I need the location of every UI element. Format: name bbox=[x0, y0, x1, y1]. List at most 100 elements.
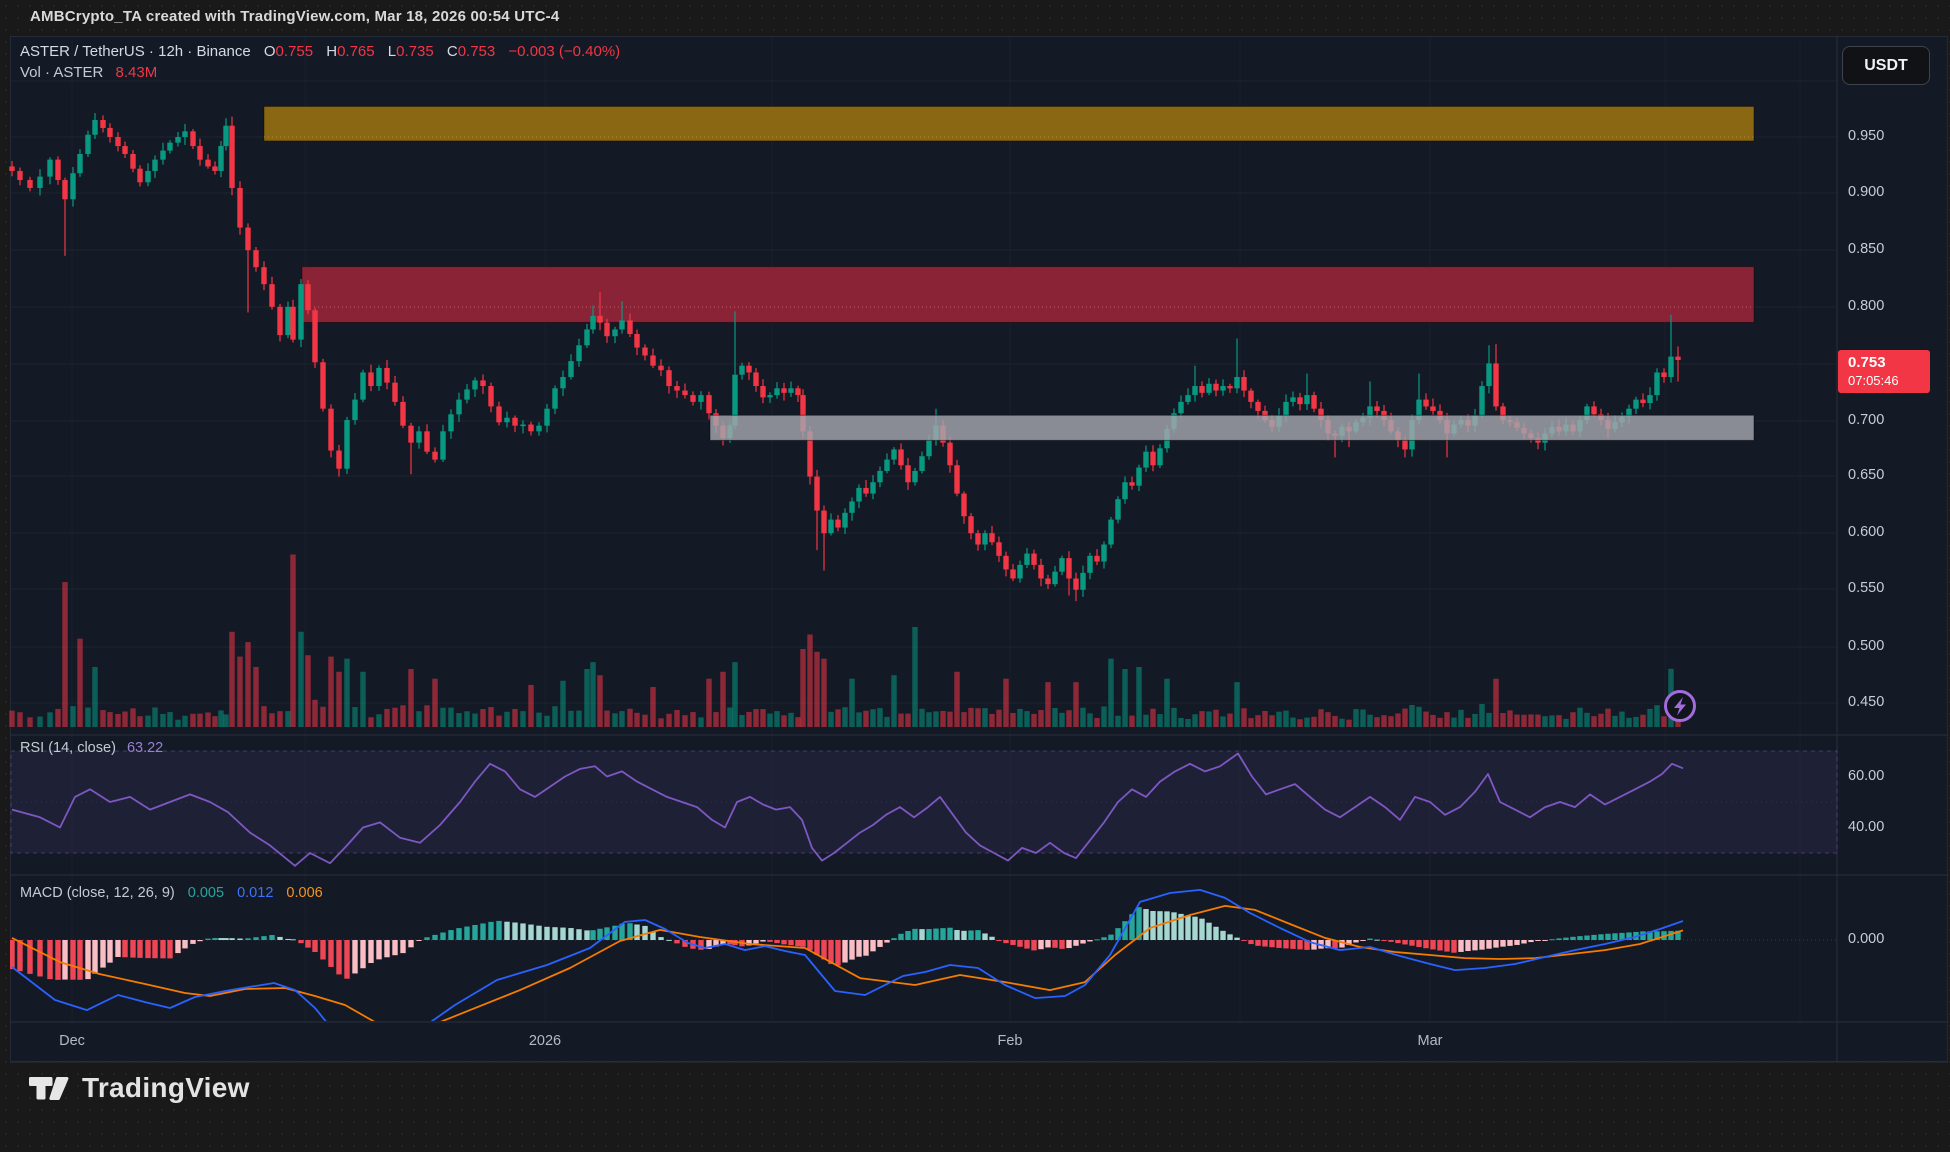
candle-body-down bbox=[1038, 565, 1043, 579]
macd-histogram-bar bbox=[298, 940, 303, 943]
volume-bar bbox=[360, 672, 365, 727]
candle-body-down bbox=[1199, 386, 1204, 393]
volume-bar bbox=[774, 711, 779, 727]
candle-body-down bbox=[781, 388, 786, 393]
macd-legend[interactable]: MACD (close, 12, 26, 9) 0.005 0.012 0.00… bbox=[20, 885, 323, 901]
volume-bar bbox=[720, 672, 725, 727]
macd-histogram-bar bbox=[1605, 934, 1610, 940]
volume-bar bbox=[190, 714, 195, 727]
candle-body-up bbox=[1080, 573, 1085, 590]
candle-body-down bbox=[480, 380, 485, 386]
chart-canvas[interactable] bbox=[0, 0, 1950, 1152]
candle-body-down bbox=[245, 228, 250, 251]
volume-bar bbox=[800, 649, 805, 727]
volume-bar bbox=[926, 712, 931, 727]
macd-histogram-bar bbox=[961, 931, 966, 940]
volume-bar bbox=[1654, 705, 1659, 727]
candle-body-up bbox=[612, 329, 617, 336]
macd-histogram-bar bbox=[835, 940, 840, 965]
volume-bar bbox=[1311, 717, 1316, 727]
candle-body-down bbox=[1227, 386, 1232, 388]
candle-body-down bbox=[1297, 397, 1302, 404]
macd-histogram-bar bbox=[891, 938, 896, 940]
macd-histogram-bar bbox=[237, 939, 242, 940]
macd-histogram-bar bbox=[1598, 934, 1603, 940]
tradingview-logo[interactable]: TradingView bbox=[28, 1070, 250, 1106]
volume-bar bbox=[1619, 712, 1624, 727]
volume-bar bbox=[1066, 710, 1071, 727]
candle-body-up bbox=[285, 307, 290, 335]
candle-body-down bbox=[947, 443, 952, 466]
candle-body-up bbox=[504, 418, 509, 423]
macd-histogram-bar bbox=[849, 940, 854, 960]
symbol-legend[interactable]: ASTER / TetherUS · 12h · Binance O0.755 … bbox=[20, 43, 620, 60]
candle-body-up bbox=[456, 400, 461, 415]
candle-body-up bbox=[544, 409, 549, 426]
macd-histogram-bar bbox=[968, 930, 973, 940]
macd-histogram-bar bbox=[360, 940, 365, 968]
volume-bar bbox=[130, 708, 135, 727]
macd-histogram-bar bbox=[290, 939, 295, 940]
candle-body-up bbox=[77, 154, 82, 173]
candle-body-down bbox=[968, 516, 973, 533]
candle-body-up bbox=[1486, 363, 1491, 386]
candle-body-up bbox=[568, 361, 573, 377]
volume-bar bbox=[1409, 705, 1414, 727]
volume-bar bbox=[1283, 711, 1288, 727]
macd-histogram-bar bbox=[1486, 940, 1491, 949]
volume-legend[interactable]: Vol · ASTER 8.43M bbox=[20, 64, 157, 81]
macd-histogram-bar bbox=[842, 940, 847, 962]
macd-axis-label: 0.000 bbox=[1848, 931, 1884, 947]
macd-histogram-bar bbox=[85, 940, 90, 979]
volume-bar bbox=[1143, 715, 1148, 727]
volume-bar bbox=[727, 708, 732, 727]
volume-bar bbox=[1059, 713, 1064, 727]
macd-histogram-bar bbox=[218, 938, 223, 940]
candle-body-down bbox=[197, 146, 202, 160]
candle-body-down bbox=[682, 391, 687, 396]
candle-body-down bbox=[122, 146, 127, 154]
volume-bar bbox=[760, 709, 765, 727]
volume-bar bbox=[368, 717, 373, 727]
volume-bar bbox=[1276, 712, 1281, 727]
macd-histogram-bar bbox=[285, 939, 290, 940]
candle-body-up bbox=[175, 137, 180, 143]
candle-body-up bbox=[1283, 402, 1288, 416]
volume-bar bbox=[1388, 716, 1393, 727]
macd-histogram-bar bbox=[1612, 933, 1617, 940]
currency-toggle-button[interactable]: USDT bbox=[1842, 46, 1930, 85]
volume-bar bbox=[1353, 709, 1358, 727]
time-axis-label: Dec bbox=[59, 1033, 85, 1049]
macd-histogram-bar bbox=[767, 940, 772, 942]
volume-bar bbox=[17, 712, 22, 727]
candle-body-down bbox=[261, 267, 266, 284]
macd-histogram-bar bbox=[1234, 938, 1239, 940]
volume-bar bbox=[456, 713, 461, 727]
macd-histogram-bar bbox=[77, 940, 82, 980]
candle-body-down bbox=[1073, 578, 1078, 589]
macd-histogram-bar bbox=[1381, 940, 1386, 941]
candle-body-up bbox=[182, 131, 187, 137]
macd-histogram-bar bbox=[17, 940, 22, 971]
macd-histogram-bar bbox=[1479, 940, 1484, 950]
rsi-legend[interactable]: RSI (14, close) 63.22 bbox=[20, 740, 163, 756]
macd-histogram-bar bbox=[1003, 940, 1008, 943]
candle-body-down bbox=[130, 154, 135, 169]
candle-body-up bbox=[223, 126, 228, 146]
candle-body-up bbox=[1633, 400, 1638, 409]
zone-support-gray bbox=[710, 415, 1754, 440]
candle-body-down bbox=[336, 451, 341, 469]
volume-bar bbox=[781, 715, 786, 727]
candle-body-down bbox=[1374, 406, 1379, 411]
macd-histogram-bar bbox=[152, 940, 157, 958]
volume-bar bbox=[392, 708, 397, 727]
candle-body-down bbox=[212, 166, 217, 171]
volume-bar bbox=[947, 712, 952, 727]
candle-body-up bbox=[828, 520, 833, 534]
macd-histogram-bar bbox=[1458, 940, 1463, 952]
candle-body-up bbox=[1143, 452, 1148, 468]
macd-histogram-bar bbox=[590, 930, 595, 940]
volume-bar bbox=[1213, 710, 1218, 727]
candle-body-down bbox=[1423, 400, 1428, 407]
macd-histogram-bar bbox=[312, 940, 317, 952]
